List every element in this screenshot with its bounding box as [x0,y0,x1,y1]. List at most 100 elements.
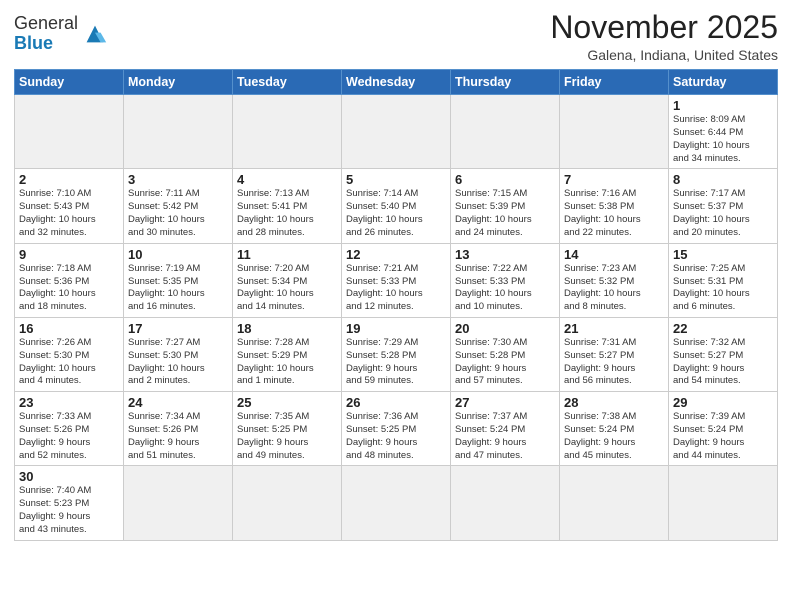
day-info: Sunrise: 7:15 AM Sunset: 5:39 PM Dayligh… [455,188,555,239]
calendar-week-row: 2Sunrise: 7:10 AM Sunset: 5:43 PM Daylig… [15,169,778,243]
calendar-cell: 17Sunrise: 7:27 AM Sunset: 5:30 PM Dayli… [124,317,233,391]
day-number: 3 [128,172,228,187]
day-number: 19 [346,321,446,336]
calendar-table: SundayMondayTuesdayWednesdayThursdayFrid… [14,69,778,541]
title-block: November 2025 Galena, Indiana, United St… [550,10,778,63]
day-info: Sunrise: 7:30 AM Sunset: 5:28 PM Dayligh… [455,337,555,388]
weekday-header-monday: Monday [124,70,233,95]
day-info: Sunrise: 7:19 AM Sunset: 5:35 PM Dayligh… [128,263,228,314]
calendar-cell: 19Sunrise: 7:29 AM Sunset: 5:28 PM Dayli… [342,317,451,391]
day-number: 2 [19,172,119,187]
calendar-cell: 4Sunrise: 7:13 AM Sunset: 5:41 PM Daylig… [233,169,342,243]
weekday-header-friday: Friday [560,70,669,95]
calendar-cell: 12Sunrise: 7:21 AM Sunset: 5:33 PM Dayli… [342,243,451,317]
day-info: Sunrise: 7:16 AM Sunset: 5:38 PM Dayligh… [564,188,664,239]
day-info: Sunrise: 7:10 AM Sunset: 5:43 PM Dayligh… [19,188,119,239]
calendar-cell: 3Sunrise: 7:11 AM Sunset: 5:42 PM Daylig… [124,169,233,243]
logo-blue: Blue [14,33,53,53]
calendar-cell [342,466,451,540]
day-info: Sunrise: 7:20 AM Sunset: 5:34 PM Dayligh… [237,263,337,314]
day-number: 26 [346,395,446,410]
calendar-week-row: 30Sunrise: 7:40 AM Sunset: 5:23 PM Dayli… [15,466,778,540]
weekday-header-tuesday: Tuesday [233,70,342,95]
day-number: 11 [237,247,337,262]
calendar-cell: 23Sunrise: 7:33 AM Sunset: 5:26 PM Dayli… [15,392,124,466]
calendar-page: General Blue November 2025 Galena, India… [0,0,792,612]
calendar-cell [560,466,669,540]
day-number: 28 [564,395,664,410]
calendar-cell [233,466,342,540]
month-title: November 2025 [550,10,778,45]
calendar-cell: 14Sunrise: 7:23 AM Sunset: 5:32 PM Dayli… [560,243,669,317]
day-info: Sunrise: 7:25 AM Sunset: 5:31 PM Dayligh… [673,263,773,314]
calendar-week-row: 9Sunrise: 7:18 AM Sunset: 5:36 PM Daylig… [15,243,778,317]
day-number: 9 [19,247,119,262]
day-number: 6 [455,172,555,187]
calendar-cell [15,95,124,169]
header: General Blue November 2025 Galena, India… [14,10,778,63]
calendar-cell: 30Sunrise: 7:40 AM Sunset: 5:23 PM Dayli… [15,466,124,540]
day-number: 10 [128,247,228,262]
day-number: 7 [564,172,664,187]
day-info: Sunrise: 8:09 AM Sunset: 6:44 PM Dayligh… [673,114,773,165]
calendar-cell: 28Sunrise: 7:38 AM Sunset: 5:24 PM Dayli… [560,392,669,466]
day-number: 24 [128,395,228,410]
day-info: Sunrise: 7:34 AM Sunset: 5:26 PM Dayligh… [128,411,228,462]
day-info: Sunrise: 7:13 AM Sunset: 5:41 PM Dayligh… [237,188,337,239]
logo-text: General Blue [14,13,78,53]
day-number: 12 [346,247,446,262]
logo: General Blue [14,14,109,54]
day-info: Sunrise: 7:17 AM Sunset: 5:37 PM Dayligh… [673,188,773,239]
calendar-cell: 6Sunrise: 7:15 AM Sunset: 5:39 PM Daylig… [451,169,560,243]
day-number: 14 [564,247,664,262]
day-info: Sunrise: 7:28 AM Sunset: 5:29 PM Dayligh… [237,337,337,388]
day-number: 5 [346,172,446,187]
day-info: Sunrise: 7:11 AM Sunset: 5:42 PM Dayligh… [128,188,228,239]
calendar-cell: 2Sunrise: 7:10 AM Sunset: 5:43 PM Daylig… [15,169,124,243]
day-info: Sunrise: 7:29 AM Sunset: 5:28 PM Dayligh… [346,337,446,388]
calendar-cell [233,95,342,169]
day-number: 18 [237,321,337,336]
day-number: 4 [237,172,337,187]
day-number: 20 [455,321,555,336]
day-info: Sunrise: 7:27 AM Sunset: 5:30 PM Dayligh… [128,337,228,388]
day-info: Sunrise: 7:37 AM Sunset: 5:24 PM Dayligh… [455,411,555,462]
calendar-cell: 11Sunrise: 7:20 AM Sunset: 5:34 PM Dayli… [233,243,342,317]
calendar-cell: 5Sunrise: 7:14 AM Sunset: 5:40 PM Daylig… [342,169,451,243]
calendar-cell: 22Sunrise: 7:32 AM Sunset: 5:27 PM Dayli… [669,317,778,391]
calendar-cell: 8Sunrise: 7:17 AM Sunset: 5:37 PM Daylig… [669,169,778,243]
day-info: Sunrise: 7:22 AM Sunset: 5:33 PM Dayligh… [455,263,555,314]
calendar-cell: 9Sunrise: 7:18 AM Sunset: 5:36 PM Daylig… [15,243,124,317]
day-number: 13 [455,247,555,262]
day-number: 8 [673,172,773,187]
day-info: Sunrise: 7:32 AM Sunset: 5:27 PM Dayligh… [673,337,773,388]
calendar-cell: 24Sunrise: 7:34 AM Sunset: 5:26 PM Dayli… [124,392,233,466]
logo-icon [81,20,109,48]
day-info: Sunrise: 7:38 AM Sunset: 5:24 PM Dayligh… [564,411,664,462]
calendar-week-row: 23Sunrise: 7:33 AM Sunset: 5:26 PM Dayli… [15,392,778,466]
day-number: 27 [455,395,555,410]
calendar-week-row: 1Sunrise: 8:09 AM Sunset: 6:44 PM Daylig… [15,95,778,169]
calendar-cell [342,95,451,169]
calendar-cell: 18Sunrise: 7:28 AM Sunset: 5:29 PM Dayli… [233,317,342,391]
weekday-header-thursday: Thursday [451,70,560,95]
calendar-cell: 15Sunrise: 7:25 AM Sunset: 5:31 PM Dayli… [669,243,778,317]
calendar-cell: 21Sunrise: 7:31 AM Sunset: 5:27 PM Dayli… [560,317,669,391]
calendar-cell: 10Sunrise: 7:19 AM Sunset: 5:35 PM Dayli… [124,243,233,317]
day-number: 21 [564,321,664,336]
day-number: 16 [19,321,119,336]
calendar-cell [451,95,560,169]
day-info: Sunrise: 7:14 AM Sunset: 5:40 PM Dayligh… [346,188,446,239]
weekday-header-row: SundayMondayTuesdayWednesdayThursdayFrid… [15,70,778,95]
weekday-header-saturday: Saturday [669,70,778,95]
day-number: 22 [673,321,773,336]
day-number: 1 [673,98,773,113]
calendar-cell: 25Sunrise: 7:35 AM Sunset: 5:25 PM Dayli… [233,392,342,466]
logo-general: General [14,13,78,33]
day-number: 23 [19,395,119,410]
day-info: Sunrise: 7:33 AM Sunset: 5:26 PM Dayligh… [19,411,119,462]
day-info: Sunrise: 7:31 AM Sunset: 5:27 PM Dayligh… [564,337,664,388]
calendar-cell [560,95,669,169]
day-number: 29 [673,395,773,410]
day-number: 15 [673,247,773,262]
